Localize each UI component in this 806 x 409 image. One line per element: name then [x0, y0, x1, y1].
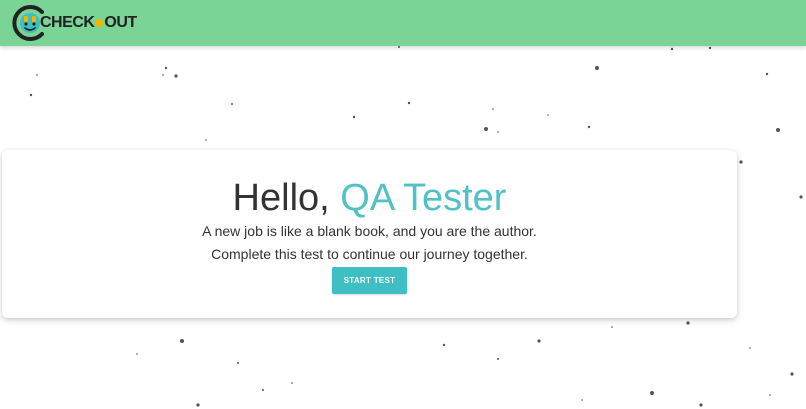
particle-dot	[497, 358, 499, 360]
particle-dot	[749, 347, 751, 349]
logo-text-check: CHECK	[40, 14, 95, 31]
particle-dot	[442, 343, 446, 347]
particle-dot	[484, 127, 488, 131]
particle-dot	[407, 101, 411, 105]
particle-dot	[291, 382, 293, 384]
particle-dot	[398, 46, 400, 48]
particle-dot	[537, 339, 541, 343]
particle-dot	[699, 403, 703, 407]
particle-dot	[237, 362, 239, 364]
welcome-instruction: Complete this test to continue our journ…	[211, 246, 528, 262]
particle-dot	[686, 321, 690, 325]
welcome-card: Hello, QA Tester A new job is like a bla…	[2, 150, 737, 318]
particle-dot	[180, 339, 184, 343]
particle-dot	[174, 74, 178, 78]
particle-dot	[29, 93, 33, 97]
particle-dot	[581, 399, 583, 401]
logo-text-out: OUT	[104, 14, 137, 31]
particle-dot	[164, 66, 168, 70]
particle-dot	[136, 353, 138, 355]
particle-dot	[739, 160, 743, 164]
page: CHECK OUT Hello, QA Tester A new job is l…	[0, 0, 806, 409]
particle-dot	[587, 125, 591, 129]
logo-dot-icon	[95, 19, 104, 27]
top-navbar: CHECK OUT	[0, 0, 806, 46]
particle-dot	[708, 46, 712, 50]
particle-dot	[769, 394, 771, 396]
particle-dot	[799, 195, 803, 199]
start-test-button[interactable]: START TEST	[332, 267, 407, 294]
particle-dot	[776, 128, 780, 132]
particle-dot	[262, 389, 264, 391]
particle-dot	[162, 74, 164, 76]
particle-dot	[650, 391, 654, 395]
particle-dot	[670, 47, 674, 51]
checkout-logo[interactable]: CHECK OUT	[10, 3, 137, 43]
particle-dot	[492, 108, 494, 110]
greeting-hello: Hello,	[232, 177, 330, 219]
particle-dot	[205, 139, 207, 141]
particle-dot	[790, 372, 794, 376]
particle-dot	[196, 403, 200, 407]
particle-dot	[595, 66, 599, 70]
welcome-quote: A new job is like a blank book, and you …	[202, 223, 537, 239]
particle-dot	[497, 131, 499, 133]
logo-wordmark: CHECK OUT	[40, 14, 137, 32]
greeting-user-name: QA Tester	[340, 177, 507, 219]
particle-dot	[36, 74, 38, 76]
particle-dot	[765, 72, 769, 76]
particle-dot	[547, 114, 549, 116]
greeting-heading: Hello, QA Tester	[2, 177, 737, 220]
particle-dot	[231, 103, 233, 105]
particle-dot	[611, 326, 613, 328]
particle-dot	[352, 115, 356, 119]
